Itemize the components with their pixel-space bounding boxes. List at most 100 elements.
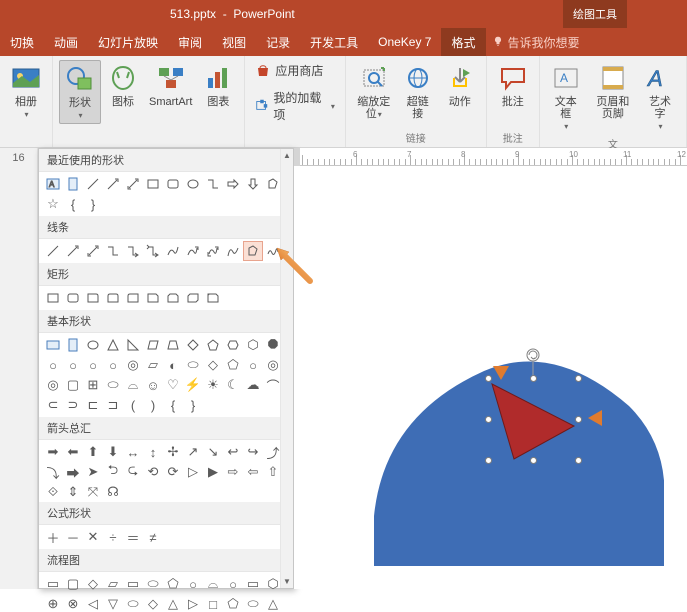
shape-arrow-27[interactable]: ⤧: [83, 482, 103, 502]
shape-line-6[interactable]: [143, 241, 163, 261]
selection-handle-bm[interactable]: [530, 457, 537, 464]
slide-thumbnail-strip[interactable]: 16: [0, 148, 38, 589]
shape-connector-elbow[interactable]: [203, 174, 223, 194]
shape-arrow-8[interactable]: ↗: [183, 442, 203, 462]
shape-line-10[interactable]: [223, 241, 243, 261]
shape-arrow-9[interactable]: ↘: [203, 442, 223, 462]
shape-rect-4[interactable]: [103, 288, 123, 308]
selection-handle-tr[interactable]: [575, 375, 582, 382]
shape-basic-r2-9[interactable]: ◇: [203, 355, 223, 375]
shapes-panel-scrollbar[interactable]: ▲ ▼: [280, 149, 293, 588]
scroll-down-icon[interactable]: ▼: [283, 577, 291, 586]
shape-fc-2[interactable]: ▢: [63, 574, 83, 594]
smartart-button[interactable]: SmartArt: [145, 60, 196, 124]
shape-brace-right[interactable]: }: [83, 194, 103, 214]
shape-rect-5[interactable]: [123, 288, 143, 308]
selection-handle-br[interactable]: [575, 457, 582, 464]
shape-fc-10[interactable]: ○: [223, 574, 243, 594]
shape-fc-18[interactable]: ◇: [143, 594, 163, 612]
shape-basic-heptagon[interactable]: ⬡: [243, 335, 263, 355]
shape-basic-r2-8[interactable]: ⬭: [183, 355, 203, 375]
shape-arrow-13[interactable]: ⤵: [43, 462, 63, 482]
shape-basic-r2-10[interactable]: ⬠: [223, 355, 243, 375]
chart-button[interactable]: 图表: [198, 60, 238, 124]
shape-basic-r4-4[interactable]: ⊐: [103, 395, 123, 415]
shape-rect-6[interactable]: [143, 288, 163, 308]
shape-line-4[interactable]: [103, 241, 123, 261]
shape-basic-r2-3[interactable]: ○: [83, 355, 103, 375]
shape-arrow-14[interactable]: ⮕: [63, 462, 83, 482]
shape-arrow-1[interactable]: ➡: [43, 442, 63, 462]
shape-basic-textbox-h[interactable]: [43, 335, 63, 355]
shape-fc-4[interactable]: ▱: [103, 574, 123, 594]
shape-arrow-17[interactable]: ⮎: [123, 462, 143, 482]
shape-basic-r4-8[interactable]: }: [183, 395, 203, 415]
shape-rect-8[interactable]: [183, 288, 203, 308]
shape-basic-r2-7[interactable]: ◐: [163, 355, 183, 375]
shape-fc-1[interactable]: ▭: [43, 574, 63, 594]
shape-line-8[interactable]: [183, 241, 203, 261]
shape-basic-right-triangle[interactable]: [123, 335, 143, 355]
shape-basic-r3-6[interactable]: ☺: [143, 375, 163, 395]
shape-down-arrow[interactable]: [243, 174, 263, 194]
shape-fc-7[interactable]: ⬠: [163, 574, 183, 594]
shape-rect-2[interactable]: [63, 288, 83, 308]
album-button[interactable]: 相册▾: [6, 60, 46, 122]
header-footer-button[interactable]: 页眉和页脚: [588, 60, 638, 134]
shape-arrow-4[interactable]: ⬇: [103, 442, 123, 462]
shape-arrow-11[interactable]: ↪: [243, 442, 263, 462]
shape-fc-14[interactable]: ⊗: [63, 594, 83, 612]
shape-basic-r2-1[interactable]: ○: [43, 355, 63, 375]
shape-arrow-7[interactable]: ✢: [163, 442, 183, 462]
shape-basic-r3-7[interactable]: ♡: [163, 375, 183, 395]
shape-arrow-5[interactable]: ↔: [123, 442, 143, 462]
shape-basic-r2-4[interactable]: ○: [103, 355, 123, 375]
icons-button[interactable]: 图标: [103, 60, 143, 124]
shape-arrow-26[interactable]: ⇕: [63, 482, 83, 502]
shape-fc-23[interactable]: ⬭: [243, 594, 263, 612]
shape-basic-r3-9[interactable]: ☀: [203, 375, 223, 395]
shape-basic-r3-5[interactable]: ⌓: [123, 375, 143, 395]
app-store-button[interactable]: 应用商店: [251, 60, 327, 81]
shape-arrow-10[interactable]: ↩: [223, 442, 243, 462]
shape-arrow-20[interactable]: ▷: [183, 462, 203, 482]
shape-line-1[interactable]: [43, 241, 63, 261]
rotate-handle[interactable]: [523, 347, 543, 375]
shape-arrow-2[interactable]: ⬅: [63, 442, 83, 462]
shape-basic-r3-1[interactable]: ◎: [43, 375, 63, 395]
shapes-button[interactable]: 形状▾: [59, 60, 101, 124]
shape-fc-3[interactable]: ◇: [83, 574, 103, 594]
shape-basic-r4-2[interactable]: ⊃: [63, 395, 83, 415]
shape-fc-24[interactable]: △: [263, 594, 283, 612]
shape-fc-9[interactable]: ⌓: [203, 574, 223, 594]
shape-basic-r3-3[interactable]: ⊞: [83, 375, 103, 395]
shape-basic-diamond[interactable]: [183, 335, 203, 355]
shape-basic-r3-2[interactable]: ▢: [63, 375, 83, 395]
shape-basic-r2-5[interactable]: ◎: [123, 355, 143, 375]
shape-fc-16[interactable]: ▽: [103, 594, 123, 612]
shape-basic-r4-1[interactable]: ⊂: [43, 395, 63, 415]
tab-review[interactable]: 审阅: [168, 28, 212, 56]
shape-eq-minus[interactable]: －: [63, 527, 83, 547]
shape-basic-hexagon[interactable]: [223, 335, 243, 355]
shape-eq-multiply[interactable]: ✕: [83, 527, 103, 547]
shape-line-double-arrow[interactable]: [123, 174, 143, 194]
shape-fc-8[interactable]: ○: [183, 574, 203, 594]
shape-arrow-22[interactable]: ⇨: [223, 462, 243, 482]
action-button[interactable]: 动作: [440, 60, 480, 122]
shape-eq-notequals[interactable]: ≠: [143, 527, 163, 547]
shape-line-2[interactable]: [63, 241, 83, 261]
shape-arrow-18[interactable]: ⟲: [143, 462, 163, 482]
shape-rect-1[interactable]: [43, 288, 63, 308]
shape-rect-3[interactable]: [83, 288, 103, 308]
shape-arrow-25[interactable]: ⟐: [43, 482, 63, 502]
shape-basic-r3-4[interactable]: ⬭: [103, 375, 123, 395]
shape-fc-19[interactable]: △: [163, 594, 183, 612]
tab-format[interactable]: 格式: [441, 28, 485, 56]
shape-arrow-21[interactable]: ▶: [203, 462, 223, 482]
tab-onekey[interactable]: OneKey 7: [368, 28, 441, 56]
selection-handle-ml[interactable]: [485, 416, 492, 423]
shape-arrow-28[interactable]: ☊: [103, 482, 123, 502]
tab-slideshow[interactable]: 幻灯片放映: [88, 28, 168, 56]
shape-basic-r3-10[interactable]: ☾: [223, 375, 243, 395]
